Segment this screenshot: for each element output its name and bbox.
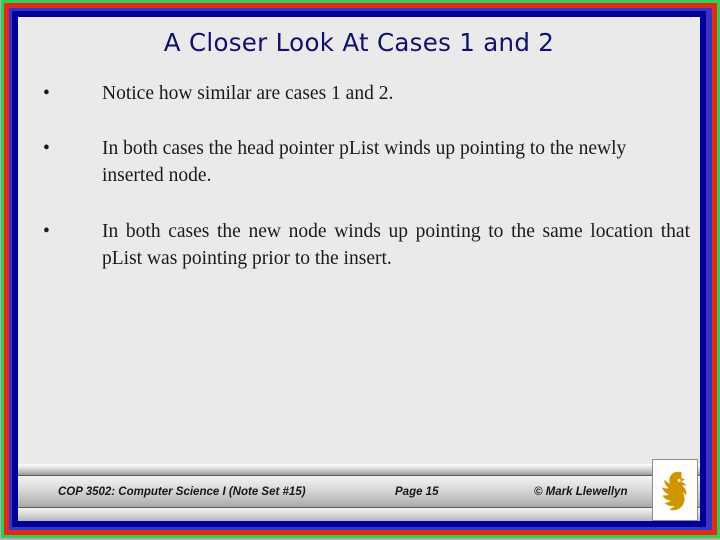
slide-body-bullet-list: • Notice how similar are cases 1 and 2. … [30, 80, 690, 297]
footer-course-label: COP 3502: Computer Science I (Note Set #… [58, 485, 306, 498]
footer-band-bottom [18, 508, 700, 521]
bullet-text-1: Notice how similar are cases 1 and 2. [102, 83, 394, 104]
bullet-marker-icon: • [43, 221, 50, 242]
bullet-marker-icon: • [43, 83, 50, 104]
slide-footer: COP 3502: Computer Science I (Note Set #… [18, 459, 700, 521]
pegasus-icon [662, 471, 687, 511]
ucf-pegasus-logo [652, 459, 698, 521]
bullet-item-1: • Notice how similar are cases 1 and 2. [30, 80, 690, 107]
slide-canvas: A Closer Look At Cases 1 and 2 • Notice … [18, 17, 700, 521]
footer-band-top [18, 464, 700, 475]
footer-page-number: Page 15 [395, 485, 439, 498]
bullet-marker-icon: • [43, 138, 50, 159]
presentation-slide: A Closer Look At Cases 1 and 2 • Notice … [0, 0, 720, 540]
footer-copyright: © Mark Llewellyn [534, 485, 628, 498]
bullet-item-3: • In both cases the new node winds up po… [30, 218, 690, 272]
bullet-item-2: • In both cases the head pointer pList w… [30, 135, 690, 189]
footer-text-row: COP 3502: Computer Science I (Note Set #… [18, 476, 700, 507]
bullet-text-2: In both cases the head pointer pList win… [102, 138, 627, 186]
bullet-text-3: In both cases the new node winds up poin… [102, 221, 690, 269]
slide-title: A Closer Look At Cases 1 and 2 [163, 28, 555, 57]
